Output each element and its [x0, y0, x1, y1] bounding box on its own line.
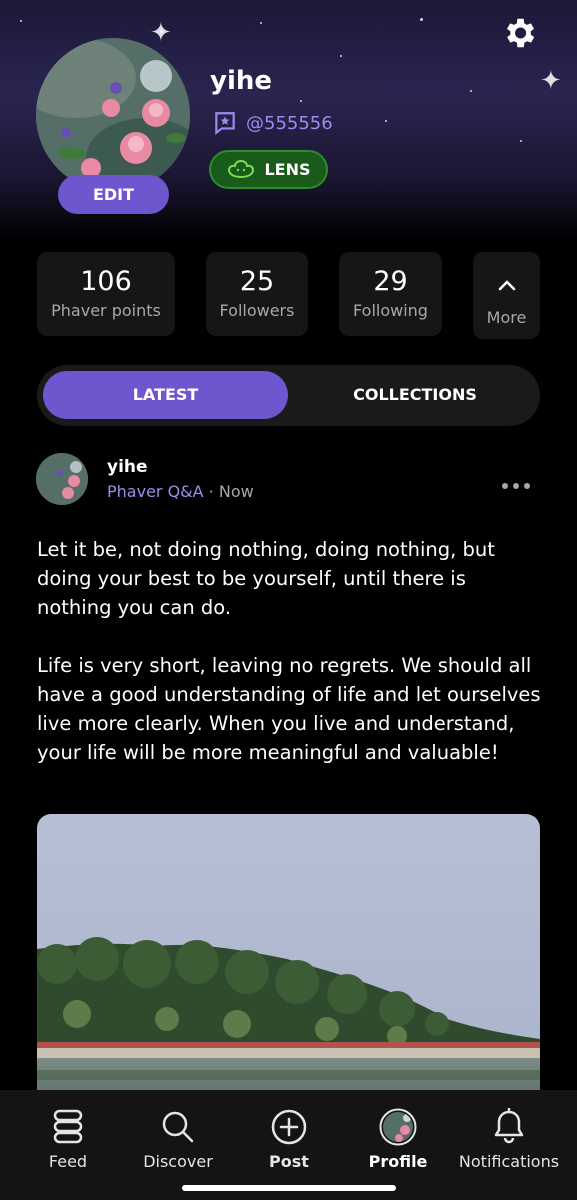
tab-collections[interactable]: COLLECTIONS	[295, 371, 535, 419]
star	[520, 140, 522, 142]
stat-followers[interactable]: 25 Followers	[206, 252, 308, 336]
star	[470, 90, 472, 92]
home-indicator[interactable]	[182, 1185, 396, 1191]
bell-icon	[494, 1108, 524, 1144]
star	[300, 100, 302, 102]
nav-label: Post	[269, 1152, 309, 1171]
nav-notifications[interactable]: Notifications	[454, 1090, 564, 1185]
stat-value: 106	[80, 266, 132, 297]
nav-post[interactable]: Post	[258, 1090, 320, 1185]
sparkle-star-icon: ✦	[150, 18, 172, 48]
lens-plant-icon	[228, 159, 255, 178]
bottom-navigation-bar: Feed Discover Post Profile Notifications	[0, 1090, 577, 1200]
stat-following[interactable]: 29 Following	[339, 252, 442, 336]
nav-discover[interactable]: Discover	[138, 1090, 218, 1185]
profile-avatar[interactable]	[36, 38, 190, 192]
nav-feed[interactable]: Feed	[36, 1090, 100, 1185]
nav-label: Notifications	[458, 1152, 560, 1171]
search-icon	[162, 1111, 194, 1143]
edit-profile-button[interactable]: EDIT	[58, 175, 169, 214]
post-separator: ·	[203, 482, 219, 501]
nav-profile[interactable]: Profile	[366, 1090, 430, 1185]
lens-badge[interactable]: LENS	[209, 150, 328, 189]
stat-value: 25	[239, 266, 275, 297]
feed-icon	[53, 1109, 83, 1144]
lens-handle-icon	[215, 112, 235, 136]
chevron-up-icon	[498, 280, 515, 291]
lens-badge-label: LENS	[264, 160, 311, 179]
handle-text: @555556	[246, 112, 333, 134]
post-author-avatar[interactable]	[36, 453, 88, 505]
feed-tab-bar: LATEST COLLECTIONS	[37, 365, 540, 426]
profile-handle: @555556	[212, 110, 333, 136]
stat-value: 29	[373, 266, 408, 297]
post-time: Now	[218, 482, 254, 501]
star	[385, 120, 387, 122]
post-body-text: Let it be, not doing nothing, doing noth…	[37, 538, 541, 764]
stat-label: Following	[353, 301, 428, 320]
settings-gear-icon[interactable]	[500, 14, 538, 52]
nav-label: Profile	[368, 1152, 428, 1171]
nav-label: Discover	[143, 1152, 213, 1171]
post-author-name[interactable]: yihe	[107, 457, 148, 477]
tab-latest[interactable]: LATEST	[43, 371, 288, 419]
post-more-options-icon[interactable]	[502, 476, 538, 496]
more-label: More	[486, 308, 527, 327]
profile-avatar-icon	[379, 1108, 417, 1146]
sparkle-star-icon: ✦	[540, 66, 562, 96]
post-community[interactable]: Phaver Q&A	[107, 482, 204, 501]
star	[420, 18, 423, 21]
stat-phaver-points[interactable]: 106 Phaver points	[37, 252, 175, 336]
nav-label: Feed	[48, 1152, 88, 1171]
post-meta: Phaver Q&A · Now	[107, 482, 254, 501]
more-button[interactable]: More	[473, 252, 540, 339]
stat-label: Phaver points	[51, 301, 161, 320]
profile-name: yihe	[210, 66, 273, 96]
star	[260, 22, 262, 24]
add-post-icon	[271, 1109, 307, 1145]
star	[20, 20, 22, 22]
star	[340, 55, 342, 57]
stat-label: Followers	[219, 301, 295, 320]
post-image[interactable]	[37, 814, 540, 1104]
